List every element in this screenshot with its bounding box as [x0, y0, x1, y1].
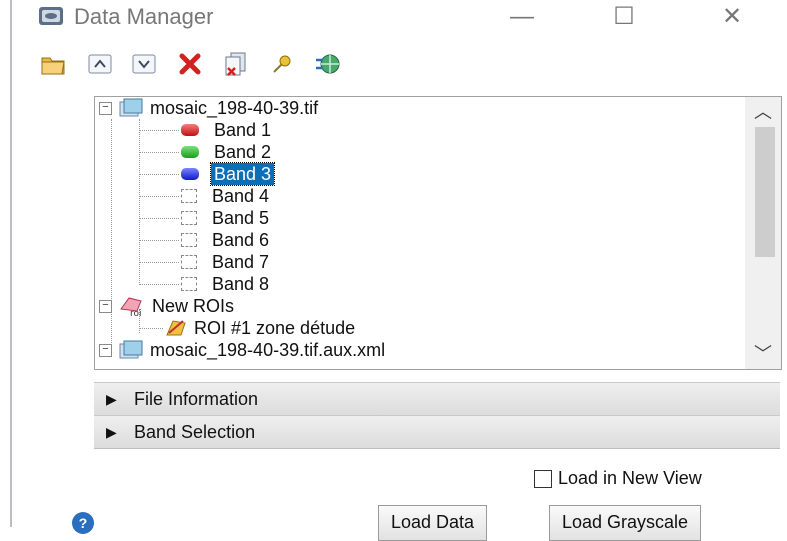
raster-file-icon: [119, 340, 143, 365]
scrollbar-thumb[interactable]: [755, 127, 775, 257]
tree-item-label: mosaic_198-40-39.tif: [150, 98, 319, 118]
empty-band-icon: [181, 211, 197, 226]
chevron-down-icon[interactable]: [130, 50, 158, 78]
band-selection-panel[interactable]: ▶ Band Selection: [94, 415, 780, 449]
band-label: Band 1: [214, 120, 272, 140]
files-close-icon[interactable]: [222, 50, 250, 78]
load-in-new-view-label: Load in New View: [558, 468, 702, 488]
help-icon[interactable]: ?: [72, 512, 94, 534]
empty-band-icon: [181, 233, 197, 248]
collapse-icon[interactable]: −: [99, 300, 112, 313]
tree-connector: [139, 328, 163, 329]
tree-connector: [139, 262, 179, 263]
window-title: Data Manager: [74, 4, 214, 29]
chevron-up-icon[interactable]: [86, 50, 114, 78]
toolbar: [40, 44, 460, 86]
green-band-icon: [181, 146, 199, 159]
tree-connector: [139, 218, 179, 219]
tree-connector: [139, 130, 179, 131]
data-manager-app-icon: [38, 4, 64, 28]
folder-open-icon[interactable]: [40, 50, 68, 78]
band-label: Band 3: [209, 162, 276, 186]
collapse-icon[interactable]: −: [99, 344, 112, 357]
panel-title: Band Selection: [134, 422, 256, 442]
empty-band-icon: [181, 277, 197, 292]
load-grayscale-button[interactable]: Load Grayscale: [549, 505, 702, 541]
close-button[interactable]: ✕: [702, 0, 762, 34]
data-tree-view[interactable]: − mosaic_198-40-39.tif Band 1 Band 2 Ban…: [94, 96, 782, 370]
panel-title: File Information: [134, 389, 259, 409]
tree-item-label: New ROIs: [152, 296, 235, 316]
tree-connector: [139, 152, 179, 153]
tree-connector: [139, 196, 179, 197]
red-band-icon: [181, 124, 199, 137]
tree-item-label: ROI #1 zone détude: [194, 318, 356, 338]
file-information-panel[interactable]: ▶ File Information: [94, 382, 780, 416]
band-label: Band 2: [214, 142, 272, 162]
tree-content: − mosaic_198-40-39.tif Band 1 Band 2 Ban…: [95, 97, 745, 369]
minimize-button[interactable]: —: [492, 0, 552, 34]
pin-icon[interactable]: [268, 50, 296, 78]
globe-link-icon[interactable]: [314, 50, 342, 78]
empty-band-icon: [181, 189, 197, 204]
title-bar: Data Manager — ☐ ✕: [12, 0, 787, 38]
empty-band-icon: [181, 255, 197, 270]
raster-file-icon: [119, 98, 143, 123]
band-label: Band 5: [212, 208, 270, 228]
red-x-icon[interactable]: [176, 50, 204, 78]
band-label: Band 6: [212, 230, 270, 250]
scroll-down-icon[interactable]: ﹀: [745, 339, 781, 369]
load-in-new-view-option[interactable]: Load in New View: [534, 468, 702, 489]
svg-text:roi: roi: [130, 309, 142, 317]
tree-connector: [139, 240, 179, 241]
vertical-scrollbar[interactable]: ︿ ﹀: [745, 97, 781, 369]
band-label: Band 4: [212, 186, 270, 206]
tree-connector: [139, 284, 179, 285]
scroll-up-icon[interactable]: ︿: [745, 97, 781, 127]
maximize-button[interactable]: ☐: [594, 0, 654, 34]
band-label: Band 8: [212, 274, 270, 294]
band-label: Band 7: [212, 252, 270, 272]
roi-group-icon: roi: [119, 295, 147, 322]
data-manager-window: Data Manager — ☐ ✕ − mosaic_198-40-39.ti…: [10, 0, 787, 541]
load-in-new-view-checkbox[interactable]: [534, 470, 552, 489]
collapse-icon[interactable]: −: [99, 102, 112, 115]
blue-band-icon: [181, 168, 199, 181]
expand-arrow-icon: ▶: [106, 424, 117, 440]
tree-connector: [139, 174, 179, 175]
tree-item-label: mosaic_198-40-39.tif.aux.xml: [150, 340, 386, 360]
load-data-button[interactable]: Load Data: [378, 505, 488, 541]
expand-arrow-icon: ▶: [106, 391, 117, 407]
tree-connector: [139, 119, 140, 285]
